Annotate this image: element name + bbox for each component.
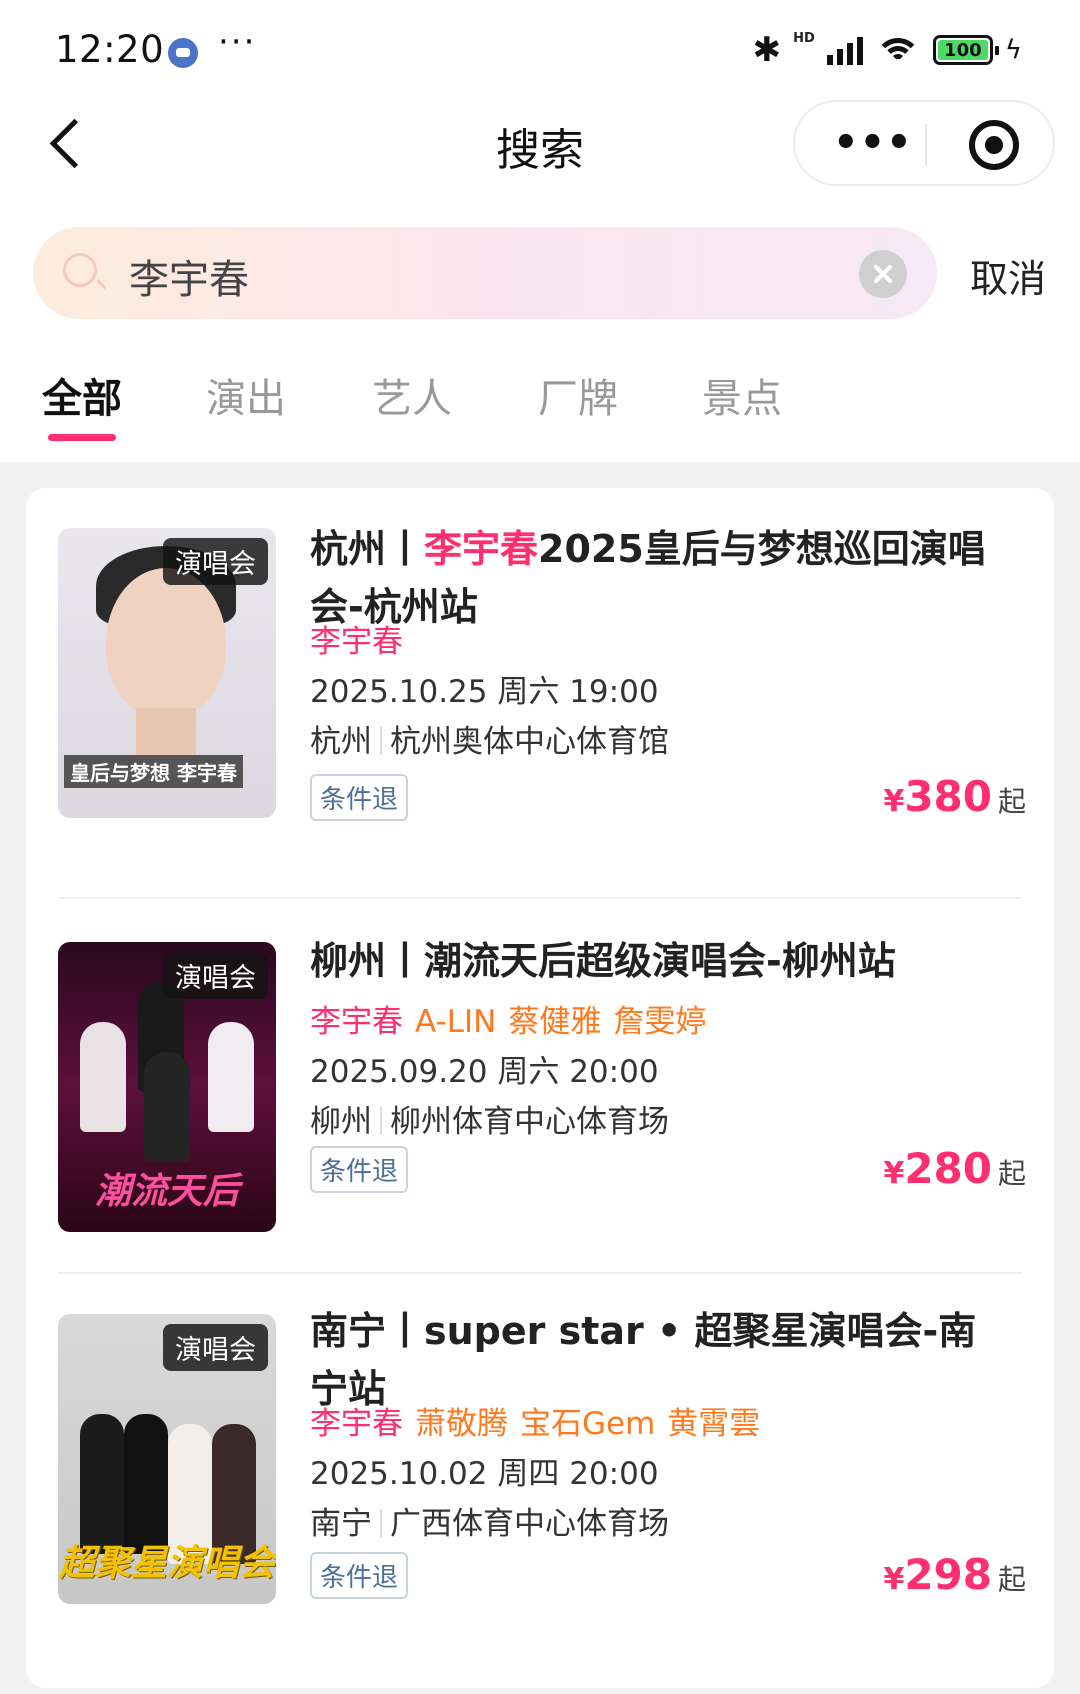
event-price: ¥380 起 (883, 772, 1026, 821)
poster-art (106, 568, 226, 718)
active-tab-indicator (48, 434, 116, 441)
artist-list: 李宇春 (310, 616, 415, 661)
event-city: 杭州 (310, 724, 372, 760)
artist-name[interactable]: 李宇春 (310, 624, 403, 660)
location-divider (380, 1509, 382, 1537)
battery-level: 100 (937, 40, 988, 61)
currency-symbol: ¥ (883, 1156, 905, 1191)
results-list: 演唱会 皇后与梦想 李宇春 杭州丨李宇春2025皇后与梦想巡回演唱会-杭州站 李… (26, 488, 1054, 1688)
poster-art (80, 1022, 126, 1132)
artist-name[interactable]: 詹雯婷 (613, 1004, 706, 1040)
hd-label: HD (793, 30, 815, 46)
artist-list: 李宇春 萧敬腾 宝石Gem 黄霄雲 (310, 1398, 772, 1443)
battery-icon: 100 (932, 35, 999, 65)
currency-symbol: ¥ (883, 784, 905, 819)
artist-name[interactable]: 黄霄雲 (667, 1406, 760, 1442)
event-venue: 杭州奥体中心体育馆 (390, 724, 669, 760)
event-datetime: 2025.09.20 周六 20:00 (310, 1054, 659, 1090)
capsule-divider (925, 124, 927, 166)
price-suffix: 起 (997, 1563, 1026, 1596)
header-area: 12:20 ··· ✱ HD 100 ϟ 搜索 ••• 李宇春 取消 全部 演出… (0, 0, 1080, 462)
tab-attractions[interactable]: 景点 (702, 366, 782, 424)
event-poster[interactable]: 演唱会 超聚星演唱会 (58, 1314, 276, 1604)
event-price: ¥280 起 (883, 1144, 1026, 1193)
status-icons: ✱ HD 100 ϟ (753, 30, 1022, 70)
price-suffix: 起 (997, 785, 1026, 818)
event-city: 柳州 (310, 1104, 372, 1140)
close-miniprogram-icon[interactable] (969, 120, 1019, 170)
price-value: 280 (904, 1144, 992, 1193)
divider (58, 1272, 1022, 1274)
clock: 12:20 (55, 28, 165, 71)
event-price: ¥298 起 (883, 1550, 1026, 1599)
currency-symbol: ¥ (883, 1562, 905, 1597)
refund-badge: 条件退 (310, 1552, 409, 1599)
poster-art (80, 1414, 124, 1554)
miniprogram-capsule: ••• (793, 100, 1055, 186)
more-notifications-icon: ··· (218, 22, 257, 62)
clear-search-button[interactable] (859, 250, 907, 298)
signal-icon (826, 35, 863, 65)
artist-name[interactable]: 李宇春 (310, 1004, 403, 1040)
event-location: 杭州 杭州奥体中心体育馆 (310, 716, 669, 761)
category-tag: 演唱会 (163, 538, 268, 585)
event-poster[interactable]: 演唱会 潮流天后 (58, 942, 276, 1232)
status-bar: 12:20 ··· ✱ HD 100 ϟ (0, 0, 1080, 100)
poster-art (144, 1052, 190, 1162)
wifi-icon (874, 32, 921, 68)
search-input[interactable]: 李宇春 (129, 247, 249, 305)
divider (58, 897, 1022, 899)
event-poster[interactable]: 演唱会 皇后与梦想 李宇春 (58, 528, 276, 818)
event-venue: 广西体育中心体育场 (390, 1506, 669, 1542)
location-divider (380, 1107, 382, 1135)
poster-caption: 潮流天后 (94, 1171, 239, 1212)
bluetooth-icon: ✱ (752, 30, 782, 70)
poster-caption: 超聚星演唱会 (58, 1543, 275, 1584)
category-tag: 演唱会 (163, 1324, 268, 1371)
search-bar[interactable]: 李宇春 (33, 227, 937, 319)
event-title[interactable]: 柳州丨潮流天后超级演唱会-柳州站 (310, 932, 1000, 990)
category-tag: 演唱会 (163, 952, 268, 999)
price-value: 298 (904, 1550, 992, 1599)
search-icon (63, 253, 97, 287)
event-location: 南宁 广西体育中心体育场 (310, 1498, 669, 1543)
tab-labels[interactable]: 厂牌 (538, 366, 618, 424)
artist-name[interactable]: A-LIN (415, 1004, 496, 1040)
refund-badge: 条件退 (310, 774, 409, 821)
title-highlight: 李宇春 (424, 527, 539, 571)
artist-list: 李宇春 A-LIN 蔡健雅 詹雯婷 (310, 996, 718, 1041)
tab-artists[interactable]: 艺人 (372, 366, 452, 424)
title-prefix: 杭州丨 (310, 527, 425, 571)
more-options-icon[interactable]: ••• (833, 123, 913, 163)
charging-icon: ϟ (1004, 35, 1022, 65)
event-city: 南宁 (310, 1506, 372, 1542)
artist-name[interactable]: 萧敬腾 (415, 1406, 508, 1442)
artist-name[interactable]: 李宇春 (310, 1406, 403, 1442)
price-suffix: 起 (997, 1157, 1026, 1190)
cancel-button[interactable]: 取消 (970, 248, 1046, 303)
event-datetime: 2025.10.02 周四 20:00 (310, 1456, 659, 1492)
price-value: 380 (904, 772, 992, 821)
category-tabs: 全部 演出 艺人 厂牌 景点 (0, 360, 1080, 450)
location-divider (380, 727, 382, 755)
refund-badge: 条件退 (310, 1146, 409, 1193)
message-icon (168, 38, 198, 68)
poster-art (208, 1022, 254, 1132)
poster-caption: 皇后与梦想 李宇春 (64, 755, 243, 788)
tab-all[interactable]: 全部 (42, 366, 122, 424)
event-datetime: 2025.10.25 周六 19:00 (310, 674, 659, 710)
event-venue: 柳州体育中心体育场 (390, 1104, 669, 1140)
event-location: 柳州 柳州体育中心体育场 (310, 1096, 669, 1141)
tab-shows[interactable]: 演出 (206, 366, 286, 424)
artist-name[interactable]: 蔡健雅 (508, 1004, 601, 1040)
artist-name[interactable]: 宝石Gem (520, 1406, 655, 1442)
poster-art (124, 1414, 168, 1554)
